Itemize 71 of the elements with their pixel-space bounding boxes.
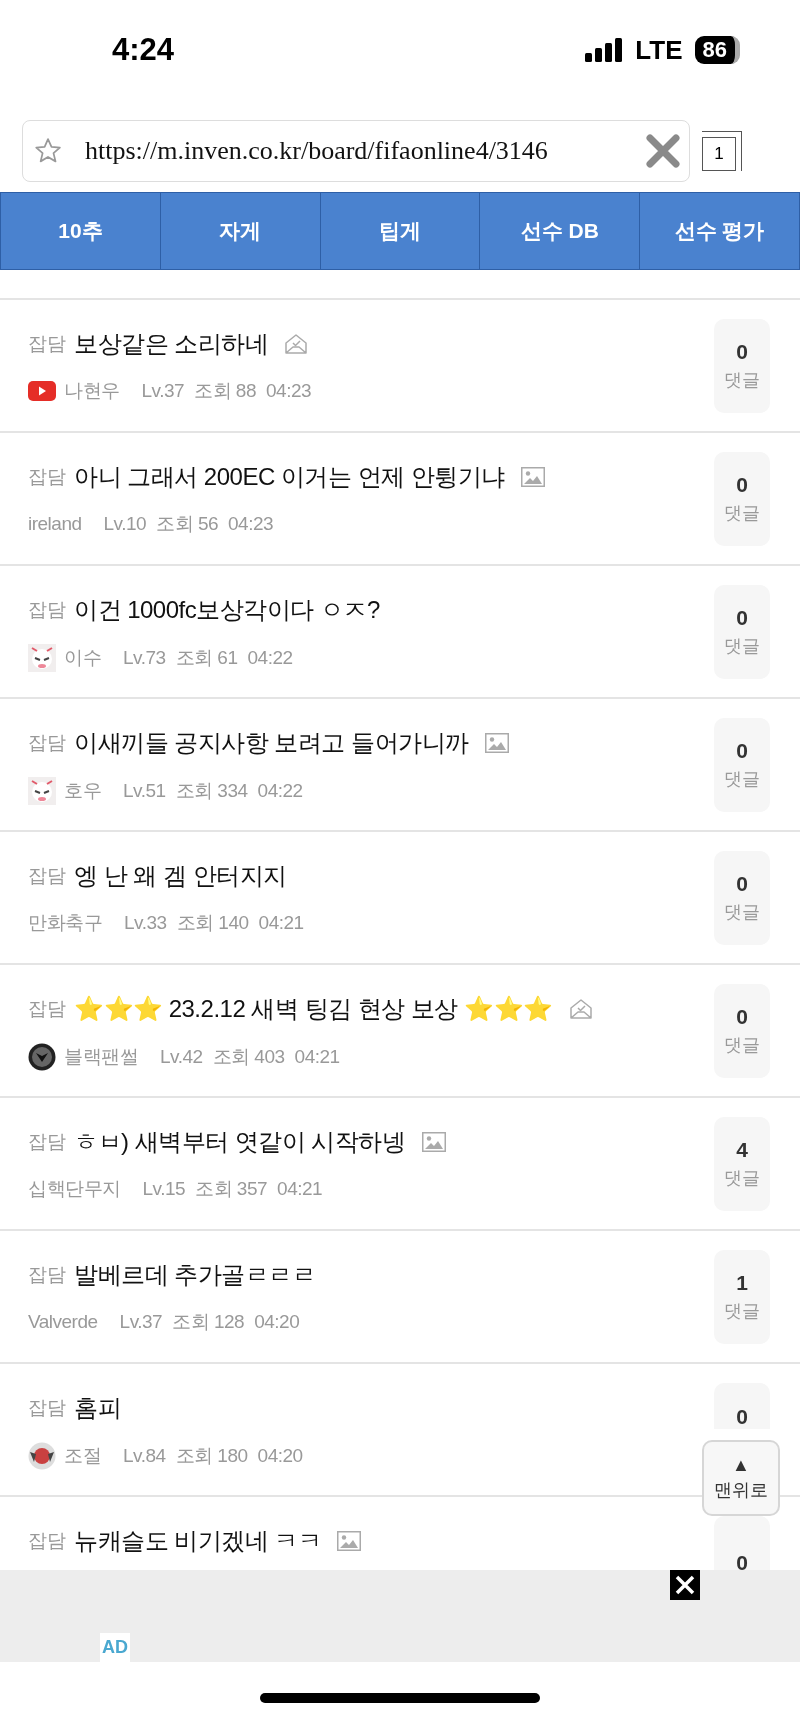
category-label: 잡담 <box>28 598 66 622</box>
comment-count-box[interactable]: 0 댓글 <box>714 451 770 546</box>
url-text: https://m.inven.co.kr/board/fifaonline4/3146 <box>85 136 549 166</box>
post-title[interactable]: 보상같은 소리하네 <box>74 328 269 360</box>
comment-count-box[interactable]: 0 댓글 <box>714 983 770 1078</box>
board-tab[interactable]: 선수 DB <box>480 193 641 269</box>
post-title[interactable]: 아니 그래서 200EC 이거는 언제 안튕기냐 <box>74 461 505 493</box>
category-label: 잡담 <box>28 864 66 888</box>
comment-count-box[interactable]: 0 댓글 <box>714 850 770 945</box>
battery-indicator: 86 <box>694 36 740 64</box>
post-time: 04:23 <box>228 513 274 535</box>
user-level: Lv.37 <box>141 380 185 402</box>
scroll-to-top-button[interactable]: ▲ 맨위로 <box>702 1440 780 1516</box>
post-time: 04:20 <box>257 1445 303 1467</box>
post-time: 04:22 <box>247 647 293 669</box>
signal-icon <box>585 38 624 62</box>
user-level: Lv.84 <box>123 1445 166 1467</box>
category-label: 잡담 <box>28 1263 66 1287</box>
user-level: Lv.10 <box>103 513 147 535</box>
category-label: 잡담 <box>28 1529 66 1553</box>
view-count: 조회 128 <box>172 1310 245 1334</box>
ad-label: AD <box>100 1633 130 1662</box>
view-count: 조회 61 <box>175 646 238 670</box>
post-title[interactable]: 발베르데 추가골ㄹㄹㄹ <box>74 1259 316 1291</box>
comment-count-box[interactable]: 0 댓글 <box>714 584 770 679</box>
category-label: 잡담 <box>28 997 66 1021</box>
post-title[interactable]: ㅎㅂ) 새벽부터 엿같이 시작하넹 <box>74 1126 406 1158</box>
board-tab[interactable]: 10추 <box>1 193 161 269</box>
comment-count-box[interactable]: 0 <box>714 1515 770 1570</box>
category-label: 잡담 <box>28 1130 66 1154</box>
board-tab[interactable]: 팁게 <box>320 193 481 269</box>
category-label: 잡담 <box>28 465 66 489</box>
post-time: 04:20 <box>254 1311 300 1333</box>
view-count: 조회 140 <box>176 911 249 935</box>
post-time: 04:23 <box>266 380 312 402</box>
view-count: 조회 403 <box>212 1045 285 1069</box>
user-level: Lv.37 <box>119 1311 163 1333</box>
view-count: 조회 357 <box>195 1177 268 1201</box>
category-label: 잡담 <box>28 332 66 356</box>
category-label: 잡담 <box>28 731 66 755</box>
view-count: 조회 56 <box>156 512 219 536</box>
user-level: Lv.73 <box>123 647 166 669</box>
view-count: 조회 88 <box>194 379 256 403</box>
post-title[interactable]: 홈피 <box>74 1392 121 1424</box>
comment-count-box[interactable]: 0 댓글 <box>714 717 770 812</box>
post-title[interactable]: 뉴캐슬도 비기겠네 ㅋㅋ <box>74 1525 322 1557</box>
post-time: 04:21 <box>258 912 304 934</box>
clock-time: 4:24 <box>112 32 175 68</box>
user-level: Lv.42 <box>160 1046 203 1068</box>
user-level: Lv.51 <box>123 780 166 802</box>
close-icon[interactable] <box>670 1570 700 1600</box>
post-time: 04:21 <box>277 1178 323 1200</box>
post-title[interactable]: 이건 1000fc보상각이다 ㅇㅈ? <box>74 594 380 626</box>
view-count: 조회 334 <box>175 779 248 803</box>
post-time: 04:21 <box>294 1046 340 1068</box>
comment-count-box[interactable]: 1 댓글 <box>714 1249 770 1344</box>
view-count: 조회 180 <box>175 1444 248 1468</box>
address-bar[interactable]: https://m.inven.co.kr/board/fifaonline4/3146 <box>22 120 690 182</box>
post-title[interactable]: ⭐⭐⭐ 23.2.12 새벽 팅김 현상 보상 ⭐⭐⭐ <box>74 993 553 1025</box>
board-tab[interactable]: 자게 <box>160 193 321 269</box>
board-tab[interactable]: 선수 평가 <box>640 193 799 269</box>
post-title[interactable]: 이새끼들 공지사항 보려고 들어가니까 <box>74 727 469 759</box>
comment-count-box[interactable]: 0 <box>714 1383 770 1429</box>
comment-count-box[interactable]: 4 댓글 <box>714 1116 770 1211</box>
category-label: 잡담 <box>28 1396 66 1420</box>
user-level: Lv.15 <box>142 1178 186 1200</box>
network-label: LTE <box>635 34 683 66</box>
user-level: Lv.33 <box>124 912 167 934</box>
post-title[interactable]: 엥 난 왜 겜 안터지지 <box>74 860 287 892</box>
post-time: 04:22 <box>257 780 303 802</box>
comment-count-box[interactable]: 0 댓글 <box>714 318 770 413</box>
